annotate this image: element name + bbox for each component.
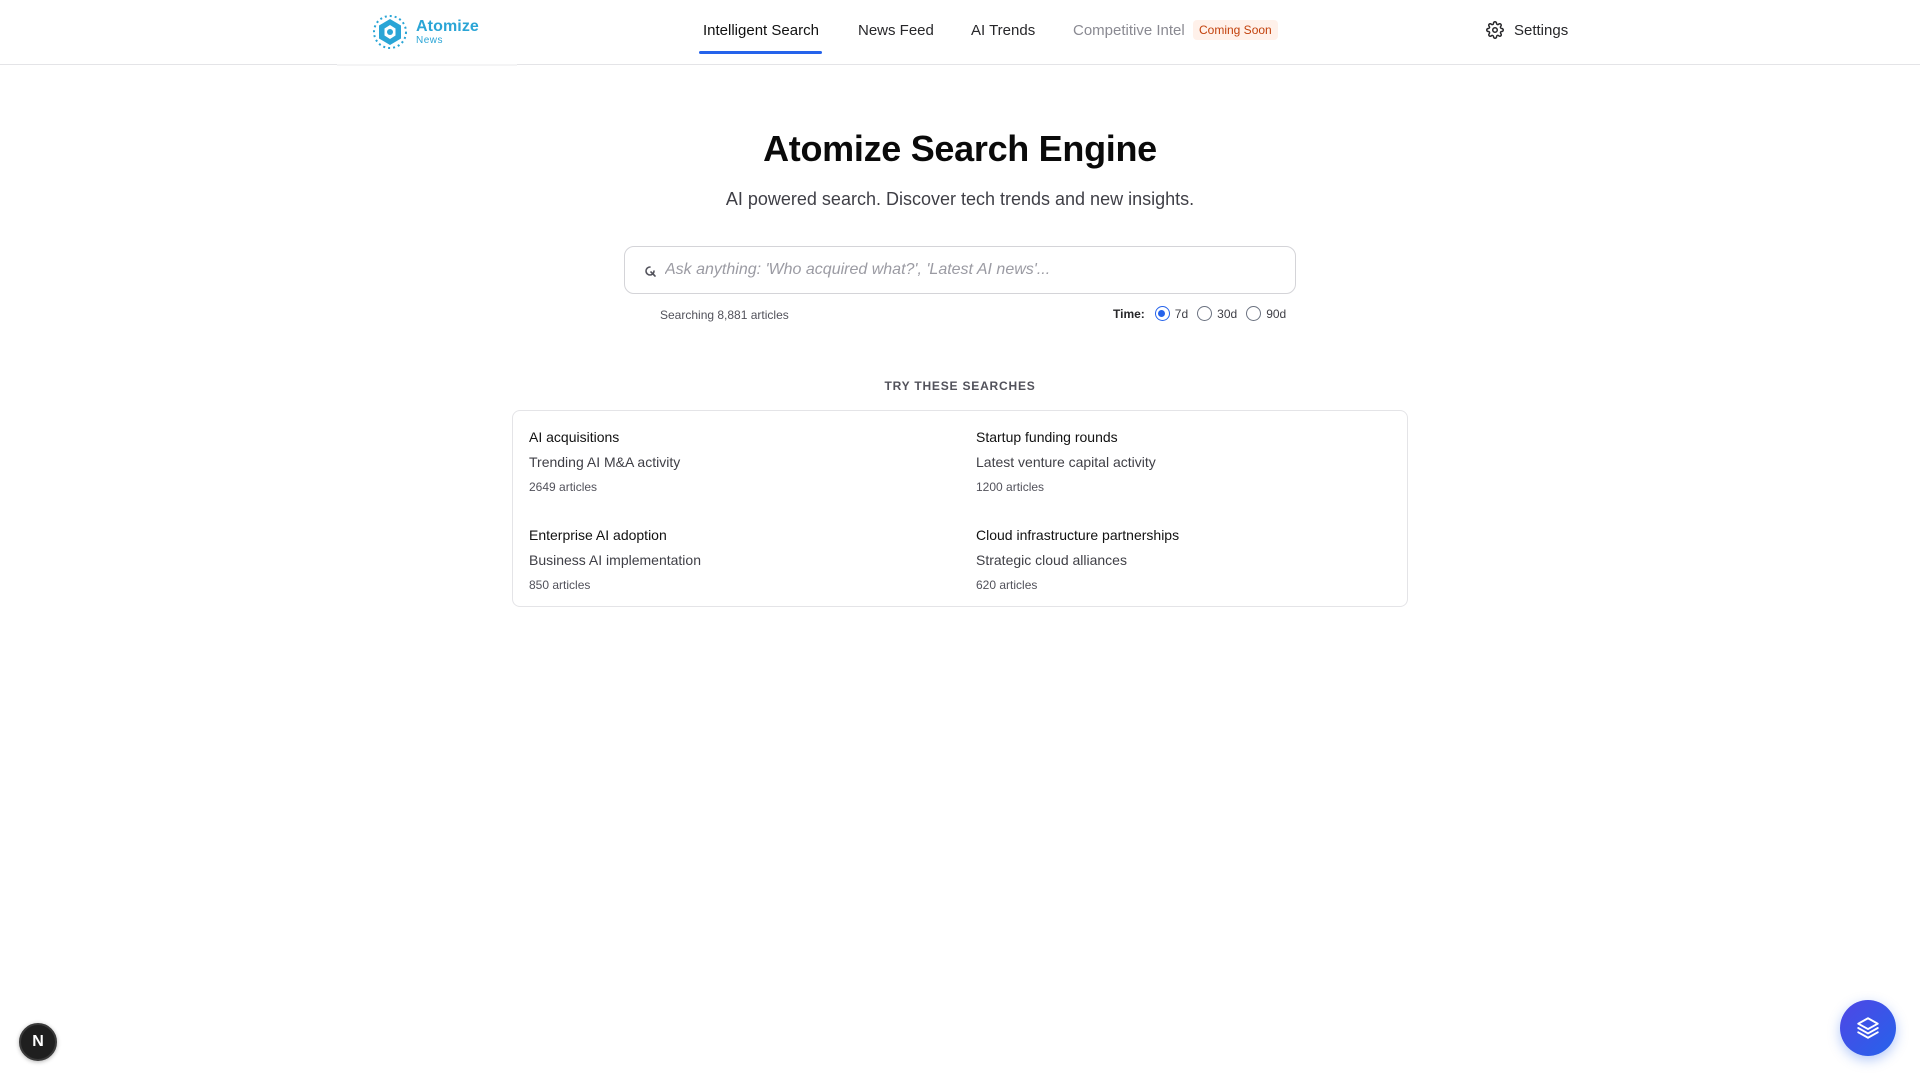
- layers-fab-button[interactable]: [1840, 1000, 1896, 1056]
- radio-90d[interactable]: [1246, 306, 1262, 321]
- tab-intelligent-search[interactable]: Intelligent Search: [703, 22, 819, 39]
- suggestion-description: Business AI implementation: [529, 552, 701, 568]
- suggestion-description: Latest venture capital activity: [976, 454, 1156, 470]
- time-filter: Time: 7d 30d 90d: [1113, 306, 1295, 321]
- time-option-90d[interactable]: 90d: [1246, 306, 1286, 321]
- suggestion-count: 1200 articles: [976, 480, 1045, 494]
- suggestion-title: Startup funding rounds: [976, 429, 1118, 445]
- gear-icon: [1486, 21, 1504, 39]
- dev-tools-badge[interactable]: N: [19, 1023, 57, 1061]
- time-option-7d[interactable]: 7d: [1154, 306, 1189, 321]
- brand-subtitle: News: [416, 34, 444, 46]
- coming-soon-badge: Coming Soon: [1193, 20, 1278, 40]
- suggestion-item[interactable]: Enterprise AI adoption Business AI imple…: [529, 527, 949, 592]
- brand-name: Atomize: [416, 17, 479, 35]
- layers-icon: [1857, 1017, 1879, 1039]
- settings-button[interactable]: Settings: [1486, 21, 1568, 39]
- tab-news-feed[interactable]: News Feed: [858, 22, 934, 39]
- radio-7d[interactable]: [1154, 306, 1170, 321]
- tab-competitive-intel: Competitive Intel: [1073, 22, 1185, 39]
- suggestion-count: 2649 articles: [529, 480, 598, 494]
- active-tab-indicator: [699, 51, 822, 54]
- suggestions-heading: TRY THESE SEARCHES: [884, 379, 1036, 393]
- suggestion-item[interactable]: AI acquisitions Trending AI M&A activity…: [529, 429, 949, 494]
- time-filter-label: Time:: [1113, 306, 1145, 321]
- page-subtitle: AI powered search. Discover tech trends …: [725, 189, 1195, 209]
- suggestion-count: 620 articles: [976, 578, 1038, 592]
- time-option-label: 30d: [1217, 306, 1238, 321]
- top-nav-bar: Atomize News Intelligent Search News Fee…: [0, 0, 1920, 66]
- suggestion-title: Enterprise AI adoption: [529, 527, 667, 543]
- settings-label: Settings: [1514, 21, 1569, 39]
- time-option-label: 90d: [1266, 306, 1287, 321]
- brand-logo[interactable]: Atomize News: [370, 12, 479, 52]
- search-input[interactable]: [665, 247, 1285, 293]
- time-option-30d[interactable]: 30d: [1197, 306, 1237, 321]
- suggestion-description: Strategic cloud alliances: [976, 552, 1127, 568]
- tab-ai-trends[interactable]: AI Trends: [971, 22, 1035, 39]
- dev-badge-letter: N: [32, 1033, 44, 1050]
- search-box: [624, 246, 1296, 294]
- search-loading-icon: [645, 266, 656, 277]
- suggestion-description: Trending AI M&A activity: [529, 454, 681, 470]
- page-title: Atomize Search Engine: [763, 128, 1157, 169]
- atom-logo-icon: [373, 15, 407, 49]
- time-option-label: 7d: [1174, 306, 1189, 321]
- logo-divider: [337, 64, 517, 66]
- suggestion-title: Cloud infrastructure partnerships: [976, 527, 1180, 543]
- suggestion-title: AI acquisitions: [529, 429, 620, 445]
- suggestion-item[interactable]: Startup funding rounds Latest venture ca…: [976, 429, 1396, 494]
- article-count-label: Searching 8,881 articles: [660, 308, 789, 322]
- suggestion-count: 850 articles: [529, 578, 591, 592]
- suggestion-item[interactable]: Cloud infrastructure partnerships Strate…: [976, 527, 1396, 592]
- suggestions-card: AI acquisitions Trending AI M&A activity…: [512, 410, 1408, 607]
- radio-30d[interactable]: [1197, 306, 1213, 321]
